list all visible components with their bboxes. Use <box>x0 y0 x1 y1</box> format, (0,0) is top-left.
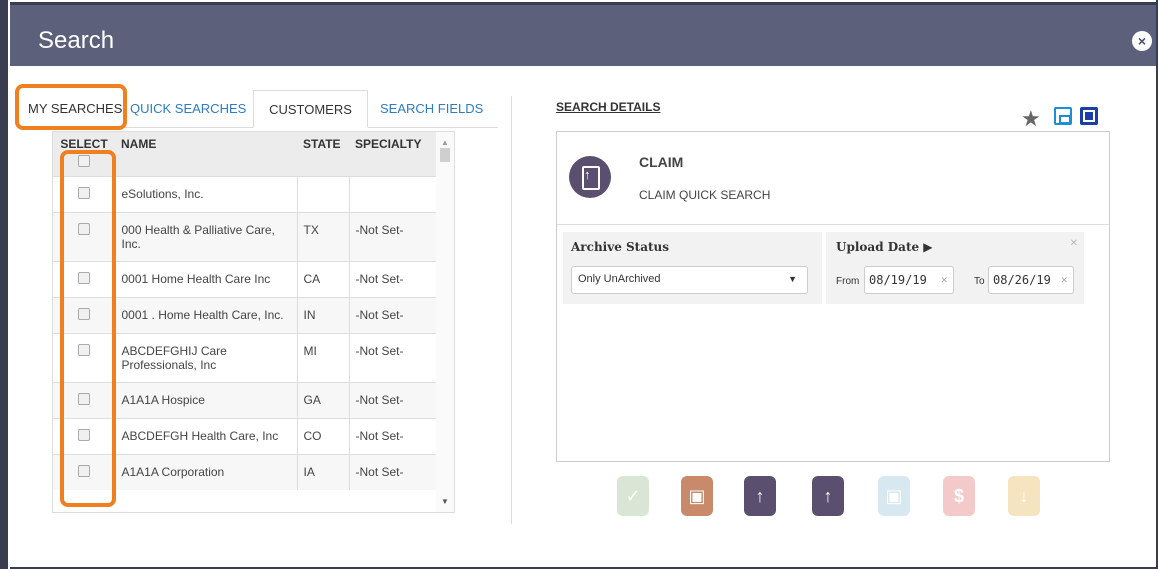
modal-title: Search <box>38 27 115 54</box>
move-folder-button[interactable]: ▣ <box>681 476 713 516</box>
upload-date-label[interactable]: Upload Date ▶ <box>836 240 933 254</box>
archive-status-select[interactable]: Only UnArchived ▼ <box>571 266 808 294</box>
customer-state: GA <box>297 381 350 418</box>
state-column-header[interactable]: STATE <box>297 132 349 176</box>
from-date-input[interactable]: 08/19/19 ✕ <box>864 266 954 294</box>
to-date-value: 08/26/19 <box>993 273 1051 287</box>
customer-state: TX <box>297 211 350 261</box>
to-date-input[interactable]: 08/26/19 ✕ <box>988 266 1074 294</box>
search-details-panel: CLAIM CLAIM QUICK SEARCH Archive Status … <box>556 131 1110 462</box>
customer-state: CO <box>297 417 350 454</box>
customer-state: MI <box>297 332 350 382</box>
scroll-thumb[interactable] <box>440 148 450 162</box>
customer-state: CA <box>297 260 350 297</box>
customer-state: IA <box>297 453 350 490</box>
customer-specialty: -Not Set- <box>349 417 436 454</box>
customer-state: IN <box>297 296 350 333</box>
tab-customers[interactable]: CUSTOMERS <box>253 90 368 128</box>
multi-upload-icon: ↑ <box>823 486 833 506</box>
save-icon[interactable] <box>1054 107 1072 125</box>
customer-specialty <box>349 175 436 212</box>
upload-icon: ↑ <box>755 486 765 506</box>
close-icon[interactable]: × <box>1132 31 1152 51</box>
customer-name: 0001 Home Health Care Inc <box>115 260 298 297</box>
download-action-button[interactable]: ↓ <box>1008 476 1040 516</box>
customer-specialty: -Not Set- <box>349 381 436 418</box>
claim-title: CLAIM <box>639 154 684 170</box>
specialty-column-header[interactable]: SPECIALTY <box>349 132 436 176</box>
claim-header: CLAIM CLAIM QUICK SEARCH <box>557 132 1109 225</box>
customer-name: 000 Health & Palliative Care, Inc. <box>115 211 298 261</box>
tab-quick-searches[interactable]: QUICK SEARCHES <box>130 90 246 128</box>
customer-name: ABCDEFGHIJ Care Professionals, Inc <box>115 332 298 382</box>
archive-status-filter: Archive Status Only UnArchived ▼ <box>563 232 822 304</box>
customer-name: ABCDEFGH Health Care, Inc <box>115 417 298 454</box>
customer-specialty: -Not Set- <box>349 260 436 297</box>
remove-filter-icon[interactable]: ✕ <box>1070 238 1078 249</box>
highlight-box-select-column <box>60 150 116 507</box>
panel-divider <box>511 96 512 524</box>
folder-move-icon: ▣ <box>688 486 706 506</box>
save-as-icon[interactable] <box>1080 107 1098 125</box>
clear-to-icon[interactable]: ✕ <box>1060 267 1068 293</box>
upload-date-filter: Upload Date ▶ ✕ From 08/19/19 ✕ To 08/26… <box>826 232 1084 304</box>
from-date-value: 08/19/19 <box>869 273 927 287</box>
folder-action-button[interactable]: ▣ <box>878 476 910 516</box>
customer-specialty: -Not Set- <box>349 296 436 333</box>
multi-upload-button[interactable]: ↑ <box>812 476 844 516</box>
customer-name: A1A1A Hospice <box>115 381 298 418</box>
download-icon: ↓ <box>1019 486 1029 506</box>
search-details-title: SEARCH DETAILS <box>556 100 661 114</box>
check-action-button[interactable]: ✓ <box>617 476 649 516</box>
folder-icon: ▣ <box>885 486 903 506</box>
customer-state <box>297 175 350 212</box>
archive-status-label: Archive Status <box>571 240 670 254</box>
customer-name: A1A1A Corporation <box>115 453 298 490</box>
table-scrollbar[interactable]: ▲ ▼ <box>436 132 454 512</box>
billing-action-button[interactable]: $ <box>943 476 975 516</box>
star-icon[interactable]: ★ <box>1021 106 1041 132</box>
upload-button[interactable]: ↑ <box>744 476 776 516</box>
claim-subtitle: CLAIM QUICK SEARCH <box>639 188 771 202</box>
background-window-edge <box>0 0 8 569</box>
tab-search-fields[interactable]: SEARCH FIELDS <box>380 90 483 128</box>
clear-from-icon[interactable]: ✕ <box>940 267 948 293</box>
dollar-icon: $ <box>953 486 964 506</box>
archive-status-value: Only UnArchived <box>578 273 661 285</box>
to-label: To <box>974 276 985 287</box>
customer-name: 0001 . Home Health Care, Inc. <box>115 296 298 333</box>
from-label: From <box>836 276 860 287</box>
select-header-label: SELECT <box>60 137 108 151</box>
scroll-down-icon[interactable]: ▼ <box>441 497 449 506</box>
claim-upload-icon <box>569 156 611 198</box>
modal-header: Search × <box>10 2 1156 66</box>
customer-specialty: -Not Set- <box>349 332 436 382</box>
customer-name: eSolutions, Inc. <box>115 175 298 212</box>
check-icon: ✓ <box>625 486 641 506</box>
name-column-header[interactable]: NAME <box>115 132 297 176</box>
highlight-box-my-searches <box>15 84 127 130</box>
customer-specialty: -Not Set- <box>349 211 436 261</box>
chevron-down-icon: ▼ <box>788 274 797 284</box>
customer-specialty: -Not Set- <box>349 453 436 490</box>
scroll-up-icon[interactable]: ▲ <box>441 138 449 147</box>
